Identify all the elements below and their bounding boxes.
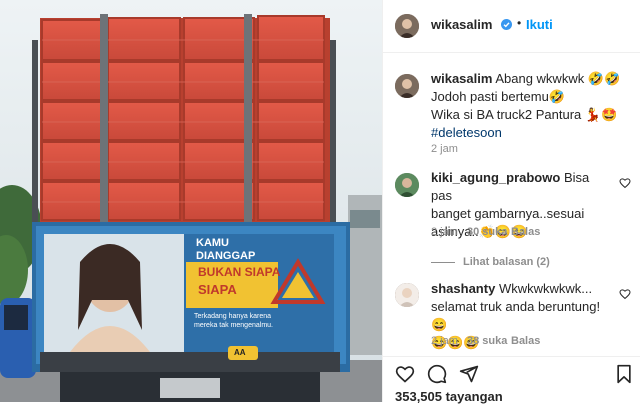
hashtag-link[interactable]: #deletesoon — [431, 125, 502, 140]
comment-username[interactable]: shashanty — [431, 281, 495, 296]
share-send-icon[interactable] — [459, 364, 479, 384]
comment-line: selamat truk anda beruntung! 😄 — [431, 299, 601, 332]
comment-time: 2 jam — [431, 335, 458, 347]
billboard-line3: BUKAN SIAPA — [198, 265, 281, 279]
post-panel: wikasalim • Ikuti wikasalim Abang wkwkwk… — [382, 0, 640, 404]
post-media[interactable]: KAMU DIANGGAP BUKAN SIAPA SIAPA Terkadan… — [0, 0, 382, 402]
view-replies-line — [431, 262, 455, 263]
comment-username[interactable]: kiki_agung_prabowo — [431, 170, 560, 185]
reply-button[interactable]: Balas — [511, 226, 540, 238]
header-separator: • — [517, 16, 522, 30]
comment-line: Wkwkwkwkwk... — [498, 281, 593, 296]
caption-time: 2 jam — [431, 143, 458, 155]
view-replies-link[interactable]: Lihat balasan (2) — [463, 256, 550, 268]
plate-label: AA — [234, 348, 246, 357]
caption-avatar[interactable] — [395, 74, 419, 98]
comment-line: banget gambarnya..sesuai — [431, 206, 585, 221]
comment-bubble-icon[interactable] — [427, 364, 447, 384]
comment-time: 2 jam — [431, 226, 458, 238]
billboard-line2: DIANGGAP — [196, 250, 256, 262]
avatar-image-icon — [395, 283, 419, 307]
header-username[interactable]: wikasalim — [431, 17, 492, 32]
comment-likes[interactable]: 38 suka — [467, 335, 507, 347]
billboard-line4: SIAPA — [198, 282, 237, 297]
avatar[interactable] — [395, 14, 419, 38]
like-heart-icon[interactable] — [395, 364, 415, 384]
billboard-line1: KAMU — [196, 237, 229, 249]
caption-line: Jodoh pasti bertemu🤣 — [431, 89, 565, 104]
post-header: wikasalim • Ikuti — [383, 0, 640, 53]
truck-photo — [0, 0, 382, 402]
reply-button[interactable]: Balas — [511, 335, 540, 347]
billboard-subtext: Terkadang hanya karena mereka tak mengen… — [194, 313, 273, 329]
avatar-image-icon — [395, 173, 419, 197]
caption-line: Abang wkwkwk 🤣🤣 — [495, 71, 621, 86]
comment-avatar[interactable] — [395, 283, 419, 307]
save-bookmark-icon[interactable] — [615, 364, 633, 384]
like-comment-heart-icon[interactable] — [619, 288, 631, 300]
caption-username[interactable]: wikasalim — [431, 71, 492, 86]
avatar-image-icon — [395, 74, 419, 98]
avatar-image-icon — [395, 14, 419, 38]
like-comment-heart-icon[interactable] — [619, 177, 631, 189]
follow-button[interactable]: Ikuti — [526, 17, 553, 32]
caption-line: Wika si BA truck2 Pantura 💃🤩 — [431, 107, 618, 122]
comment-avatar[interactable] — [395, 173, 419, 197]
verified-badge-icon — [501, 19, 512, 30]
comment-likes[interactable]: 30 suka — [467, 226, 507, 238]
caption: wikasalim Abang wkwkwk 🤣🤣 Jodoh pasti be… — [431, 70, 631, 142]
actions-divider — [383, 356, 640, 357]
